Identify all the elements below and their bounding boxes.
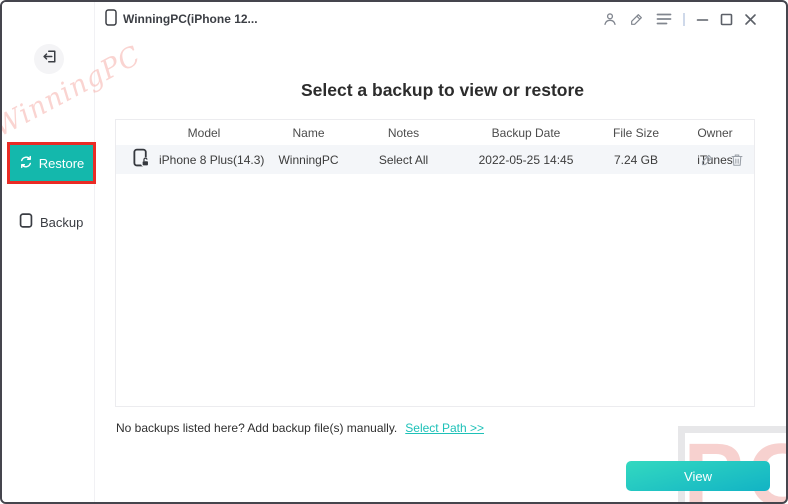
row-actions bbox=[700, 145, 744, 174]
exit-icon bbox=[42, 49, 57, 69]
column-header-model: Model bbox=[187, 125, 221, 140]
cell-notes: Select All bbox=[378, 152, 429, 167]
close-icon[interactable] bbox=[744, 13, 757, 26]
sidebar: Restore Backup bbox=[2, 2, 96, 502]
sidebar-item-backup[interactable]: Backup bbox=[19, 212, 83, 232]
sidebar-item-label: Restore bbox=[38, 155, 85, 171]
feedback-pencil-icon[interactable] bbox=[629, 11, 645, 27]
column-header-file-size: File Size bbox=[612, 125, 659, 140]
column-header-owner: Owner bbox=[697, 125, 733, 140]
device-name: WinningPC(iPhone 12... bbox=[123, 12, 258, 26]
phone-icon bbox=[19, 213, 33, 231]
backup-table: Model Name Notes Backup Date File Size O… bbox=[115, 119, 755, 407]
phone-lock-icon bbox=[132, 148, 151, 171]
maximize-icon[interactable] bbox=[720, 13, 733, 26]
menu-icon[interactable] bbox=[656, 12, 672, 26]
edit-pencil-icon[interactable] bbox=[700, 152, 715, 167]
cell-model: iPhone 8 Plus(14.3) bbox=[116, 148, 266, 171]
select-path-link[interactable]: Select Path >> bbox=[405, 421, 484, 435]
table-row[interactable]: iPhone 8 Plus(14.3) WinningPC Select All… bbox=[116, 145, 754, 174]
page-title: Select a backup to view or restore bbox=[300, 80, 585, 100]
column-header-name: Name bbox=[292, 125, 325, 140]
hint-text: No backups listed here? Add backup file(… bbox=[116, 421, 398, 435]
column-header-notes: Notes bbox=[387, 125, 420, 140]
refresh-icon bbox=[19, 155, 33, 172]
column-header-backup-date: Backup Date bbox=[491, 125, 561, 140]
view-button[interactable]: View bbox=[626, 461, 770, 491]
titlebar-device: WinningPC(iPhone 12... bbox=[105, 9, 258, 29]
minimize-icon[interactable] bbox=[696, 13, 709, 26]
sidebar-item-restore[interactable]: Restore bbox=[10, 145, 93, 181]
sidebar-item-label: Backup bbox=[40, 214, 84, 230]
cell-model-text: iPhone 8 Plus(14.3) bbox=[159, 152, 265, 167]
app-window: Restore Backup WinningPC(iPhone 12... Se… bbox=[0, 0, 788, 504]
trash-icon[interactable] bbox=[730, 152, 744, 168]
account-icon[interactable] bbox=[602, 11, 618, 27]
cell-backup-date: 2022-05-25 14:45 bbox=[478, 152, 574, 167]
window-controls bbox=[602, 11, 757, 27]
footer-hint: No backups listed here? Add backup file(… bbox=[116, 421, 484, 435]
cell-name: WinningPC bbox=[278, 152, 339, 167]
cell-file-size: 7.24 GB bbox=[613, 152, 659, 167]
table-header: Model Name Notes Backup Date File Size O… bbox=[116, 120, 754, 145]
back-button[interactable] bbox=[34, 44, 64, 74]
titlebar-divider bbox=[683, 12, 685, 26]
restore-highlight-annotation: Restore bbox=[7, 142, 96, 184]
phone-icon bbox=[105, 9, 117, 29]
